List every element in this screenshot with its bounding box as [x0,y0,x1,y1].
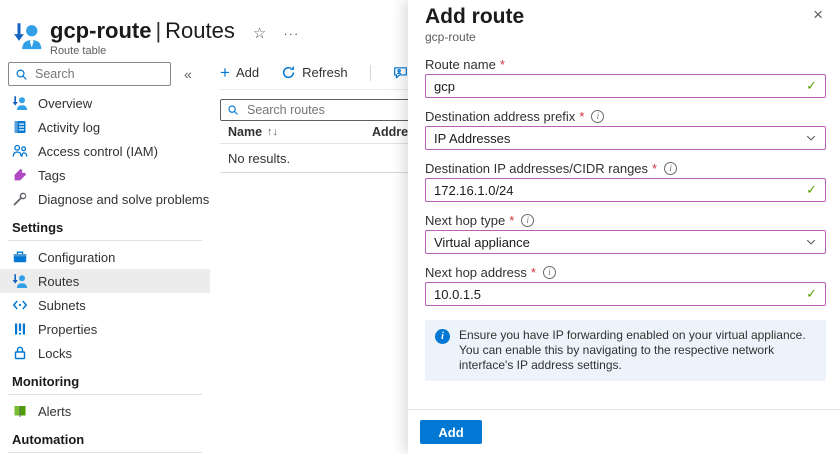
field-route-name: Route name * ✓ [425,57,826,98]
add-route-panel: × Add route gcp-route Route name * ✓ Des… [408,0,840,454]
overview-icon [12,95,28,111]
chevron-down-icon [805,132,817,144]
info-icon[interactable]: i [664,162,677,175]
subnets-icon [12,297,28,313]
page-title: gcp-route|Routes [50,19,235,43]
lock-icon [12,345,28,361]
sidebar-search-box[interactable] [8,62,171,86]
chevron-down-icon [805,236,817,248]
sidebar-item-properties[interactable]: Properties [0,317,210,341]
valid-check-icon: ✓ [806,286,817,302]
alerts-icon [12,403,28,419]
sidebar-item-diagnose[interactable]: Diagnose and solve problems [0,187,210,211]
field-next-hop-address: Next hop address * i ✓ [425,265,826,306]
route-name-label: Route name [425,57,496,72]
resource-menu-sidebar: « Overview Activity log Access control (… [0,56,210,454]
add-route-command[interactable]: + Add [220,65,259,80]
next-hop-address-input[interactable] [434,287,800,302]
destination-prefix-label: Destination address prefix [425,109,575,124]
plus-icon: + [220,65,230,80]
route-name-box: ✓ [425,74,826,98]
activity-log-icon [12,119,28,135]
route-name-input[interactable] [434,79,800,94]
sidebar-section-automation: Automation [8,432,202,453]
next-hop-address-label: Next hop address [425,265,527,280]
next-hop-type-label: Next hop type [425,213,505,228]
info-icon[interactable]: i [521,214,534,227]
sidebar-item-overview[interactable]: Overview [0,91,210,115]
required-marker: * [531,265,536,280]
properties-icon [12,321,28,337]
feedback-icon [393,65,408,80]
panel-subtitle: gcp-route [425,30,826,44]
destination-ip-box: ✓ [425,178,826,202]
info-icon: i [435,329,450,344]
sidebar-section-settings: Settings [8,220,202,241]
close-icon[interactable]: × [813,6,823,23]
sidebar-item-activity-log[interactable]: Activity log [0,115,210,139]
toolbar-divider [370,65,371,81]
destination-ip-label: Destination IP addresses/CIDR ranges [425,161,648,176]
sidebar-item-routes[interactable]: Routes [0,269,210,293]
route-table-icon [13,21,43,51]
panel-footer: Add [408,409,840,454]
field-destination-address-prefix: Destination address prefix * i IP Addres… [425,109,826,150]
sort-icon: ↑↓ [267,126,278,138]
required-marker: * [500,57,505,72]
column-header-name[interactable]: Name ↑↓ [220,125,372,139]
page-header: gcp-route|Routes Route table ☆ ··· [13,19,299,57]
panel-title: Add route [425,5,826,28]
sidebar-section-monitoring: Monitoring [8,374,202,395]
favorite-star-icon[interactable]: ☆ [253,24,266,42]
required-marker: * [652,161,657,176]
required-marker: * [579,109,584,124]
destination-ip-input[interactable] [434,183,800,198]
access-control-icon [12,143,28,159]
field-destination-ip-ranges: Destination IP addresses/CIDR ranges * i… [425,161,826,202]
destination-prefix-select[interactable]: IP Addresses [425,126,826,150]
next-hop-address-box: ✓ [425,282,826,306]
info-message: Ensure you have IP forwarding enabled on… [459,328,816,373]
sidebar-item-configuration[interactable]: Configuration [0,245,210,269]
info-icon[interactable]: i [543,266,556,279]
wrench-icon [12,191,28,207]
add-route-form: Route name * ✓ Destination address prefi… [425,57,826,381]
search-icon [15,68,28,81]
sidebar-item-tags[interactable]: Tags [0,163,210,187]
routes-icon [12,273,28,289]
search-icon [227,104,239,116]
add-button[interactable]: Add [420,420,482,444]
required-marker: * [509,213,514,228]
refresh-command[interactable]: Refresh [281,65,348,80]
blade-name: Routes [165,18,235,43]
info-icon[interactable]: i [591,110,604,123]
valid-check-icon: ✓ [806,78,817,94]
resource-name: gcp-route [50,18,151,43]
next-hop-type-select[interactable]: Virtual appliance [425,230,826,254]
collapse-menu-icon[interactable]: « [184,66,192,82]
sidebar-item-subnets[interactable]: Subnets [0,293,210,317]
sidebar-item-alerts[interactable]: Alerts [0,399,210,423]
tags-icon [12,167,28,183]
more-options-icon[interactable]: ··· [283,26,299,41]
ip-forwarding-info-box: i Ensure you have IP forwarding enabled … [425,320,826,381]
sidebar-item-access-control[interactable]: Access control (IAM) [0,139,210,163]
refresh-icon [281,65,296,80]
configuration-icon [12,249,28,265]
valid-check-icon: ✓ [806,182,817,198]
field-next-hop-type: Next hop type * i Virtual appliance [425,213,826,254]
sidebar-item-locks[interactable]: Locks [0,341,210,365]
sidebar-search-input[interactable] [33,66,164,82]
